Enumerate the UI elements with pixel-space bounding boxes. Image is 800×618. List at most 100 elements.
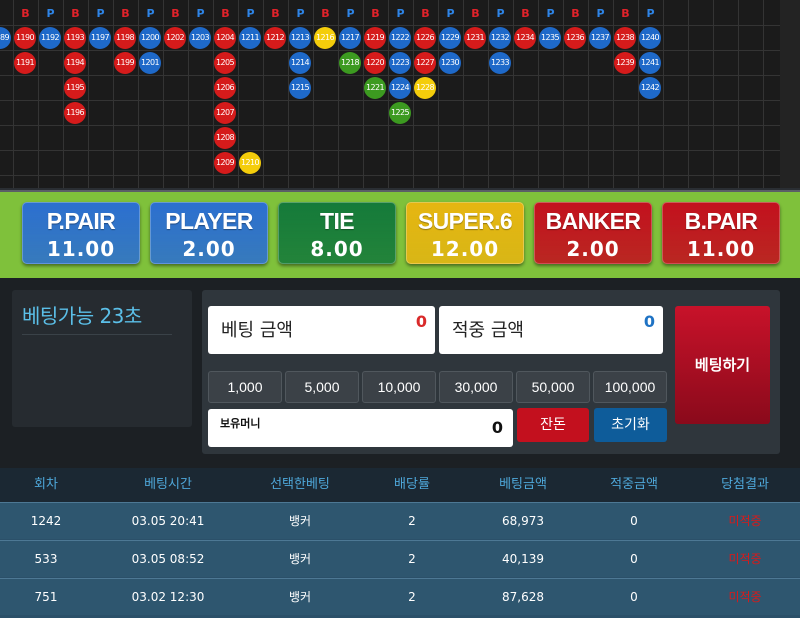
road-bead: 1206 <box>214 77 236 99</box>
road-scrollbar[interactable] <box>780 0 800 188</box>
grid-line <box>538 0 539 188</box>
road-bead: 1241 <box>639 52 661 74</box>
table-cell: 751 <box>34 590 58 604</box>
road-bead: 1200 <box>139 27 161 49</box>
road-bead: 1201 <box>139 52 161 74</box>
road-bead: 1215 <box>289 77 311 99</box>
road-header-p: P <box>496 7 505 20</box>
column-header: 회차 <box>34 477 58 492</box>
road-bead: 1214 <box>289 52 311 74</box>
road-bead: 1238 <box>614 27 636 49</box>
column-header: 선택한베팅 <box>270 477 330 492</box>
road-bead: 1199 <box>114 52 136 74</box>
road-bead: 1210 <box>239 152 261 174</box>
road-header-p: P <box>346 7 355 20</box>
result-cell: 미적중 <box>728 590 762 604</box>
chip-button[interactable]: 50,000 <box>516 371 590 403</box>
grid-line <box>438 0 439 188</box>
table-row: 533 03.05 08:52 뱅커 2 40,139 0 미적중 <box>0 540 800 577</box>
table-header: 회차 베팅시간 선택한베팅 배당률 베팅금액 적중금액 당첨결과 <box>0 468 800 502</box>
road-bead: 1202 <box>164 27 186 49</box>
road-header-p: P <box>646 7 655 20</box>
countdown-box: 베팅가능 23초 <box>12 290 192 427</box>
road-bead: 1240 <box>639 27 661 49</box>
table-cell: 533 <box>34 552 58 566</box>
divider <box>22 334 172 335</box>
road-bead: 1229 <box>439 27 461 49</box>
road-bead: 1194 <box>64 52 86 74</box>
road-header-p: P <box>546 7 555 20</box>
road-bead: 1209 <box>214 152 236 174</box>
win-amount-label: 적중 금액 <box>452 320 524 341</box>
grid-line <box>688 0 689 188</box>
table-cell: 40,139 <box>502 552 544 566</box>
grid-line <box>713 0 714 188</box>
road-bead: 1191 <box>14 52 36 74</box>
road-header-b: B <box>421 7 430 20</box>
bead-road: BPBPBPBPBPBPBPBPBPBPBPBPBP11891190119111… <box>0 0 800 188</box>
table-cell: 0 <box>630 590 638 604</box>
chip-button[interactable]: 1,000 <box>208 371 282 403</box>
option-name: P.PAIR <box>46 208 116 234</box>
grid-line <box>313 0 314 188</box>
road-bead: 1220 <box>364 52 386 74</box>
grid-line <box>638 0 639 188</box>
road-bead: 1228 <box>414 77 436 99</box>
countdown-text: 베팅가능 23초 <box>22 304 142 328</box>
road-bead: 1234 <box>514 27 536 49</box>
bet-history-table: 회차 베팅시간 선택한베팅 배당률 베팅금액 적중금액 당첨결과 1242 03.05 20:… <box>0 468 800 618</box>
bet-option-p-pair[interactable]: P.PAIR 11.00 <box>22 202 140 264</box>
bet-option-tie[interactable]: TIE 8.00 <box>278 202 396 264</box>
table-cell: 1242 <box>30 514 62 528</box>
table-cell: 68,973 <box>502 514 544 528</box>
option-odds: 11.00 <box>46 237 116 261</box>
road-bead: 1203 <box>189 27 211 49</box>
grid-line <box>163 0 164 188</box>
grid-line <box>263 0 264 188</box>
road-header-b: B <box>221 7 230 20</box>
grid-line <box>0 75 780 76</box>
bet-option-banker[interactable]: BANKER 2.00 <box>534 202 652 264</box>
grid-line <box>613 0 614 188</box>
grid-line <box>0 100 780 101</box>
road-bead: 1242 <box>639 77 661 99</box>
road-bead: 1226 <box>414 27 436 49</box>
table-cell: 2 <box>408 590 416 604</box>
change-button[interactable]: 잔돈 <box>517 408 589 442</box>
road-bead: 1225 <box>389 102 411 124</box>
road-bead: 1204 <box>214 27 236 49</box>
chip-button[interactable]: 5,000 <box>285 371 359 403</box>
road-bead: 1235 <box>539 27 561 49</box>
road-header-p: P <box>446 7 455 20</box>
bet-option-super-6[interactable]: SUPER.6 12.00 <box>406 202 524 264</box>
balance-field: 보유머니 0 <box>208 409 513 447</box>
grid-line <box>388 0 389 188</box>
road-header-p: P <box>196 7 205 20</box>
reset-button[interactable]: 초기화 <box>594 408 667 442</box>
grid-line <box>288 0 289 188</box>
road-bead: 1232 <box>489 27 511 49</box>
grid-line <box>13 0 14 188</box>
road-bead: 1224 <box>389 77 411 99</box>
chip-button[interactable]: 30,000 <box>439 371 513 403</box>
column-header: 베팅시간 <box>144 477 192 492</box>
table-row: 751 03.02 12:30 뱅커 2 87,628 0 미적중 <box>0 578 800 615</box>
road-bead: 1190 <box>14 27 36 49</box>
chip-button[interactable]: 10,000 <box>362 371 436 403</box>
road-bead: 1189 <box>0 27 11 49</box>
road-bead: 1212 <box>264 27 286 49</box>
bet-option-b-pair[interactable]: B.PAIR 11.00 <box>662 202 780 264</box>
place-bet-button[interactable]: 베팅하기 <box>675 306 770 424</box>
grid-line <box>663 0 664 188</box>
grid-line <box>338 0 339 188</box>
chip-button[interactable]: 100,000 <box>593 371 667 403</box>
bet-form: 베팅 금액 0 적중 금액 0 1,000 5,000 10,000 30,000 50… <box>202 290 780 454</box>
option-odds: 8.00 <box>310 237 364 261</box>
option-name: PLAYER <box>165 208 253 234</box>
bet-option-player[interactable]: PLAYER 2.00 <box>150 202 268 264</box>
bet-panel: 베팅가능 23초 베팅 금액 0 적중 금액 0 1,000 5,000 10,00… <box>0 278 800 468</box>
balance-label: 보유머니 <box>220 417 261 430</box>
road-header-b: B <box>21 7 30 20</box>
road-bead: 1195 <box>64 77 86 99</box>
table-cell: 뱅커 <box>288 590 312 604</box>
